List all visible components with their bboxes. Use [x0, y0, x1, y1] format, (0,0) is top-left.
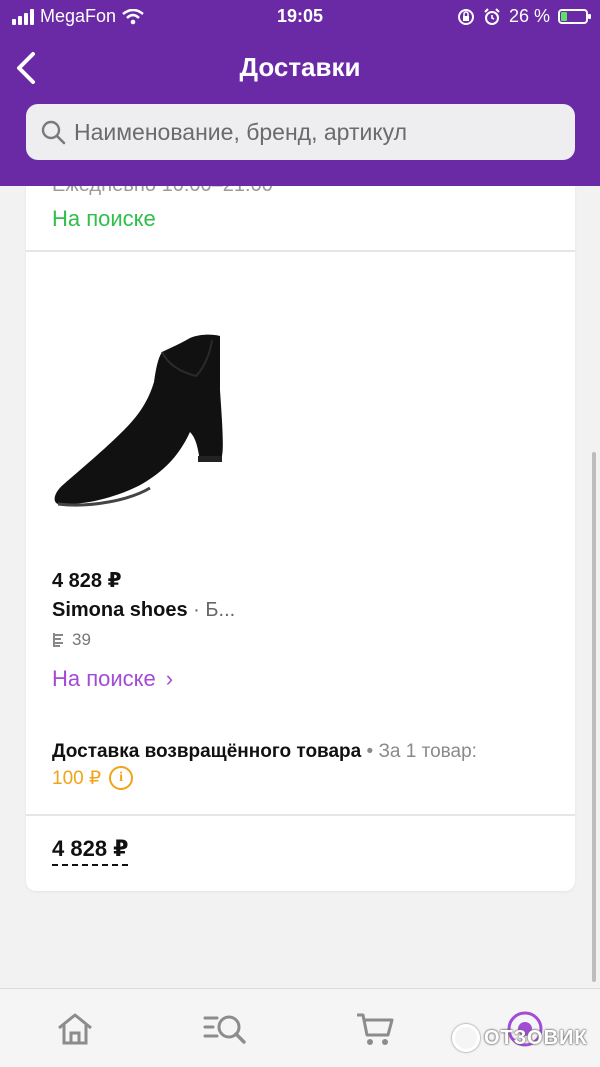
delivery-card: Ежедневно 10:00–21:00 На поиске 4 828 ₽ …: [26, 150, 575, 891]
product-search-status-link[interactable]: На поиске ›: [52, 666, 173, 692]
battery-icon: [558, 9, 591, 24]
size-value: 39: [72, 630, 91, 649]
product-size: 39: [52, 630, 91, 650]
tab-cart[interactable]: [353, 1007, 397, 1051]
wifi-icon: [122, 8, 144, 24]
bullet-separator: •: [361, 741, 379, 762]
chevron-left-icon: [17, 52, 35, 84]
signal-icon: [12, 8, 34, 25]
watermark-logo-icon: [452, 1024, 480, 1052]
tab-home[interactable]: [53, 1007, 97, 1051]
search-input[interactable]: [74, 118, 544, 146]
per-item-label: За 1 товар:: [378, 741, 477, 762]
app-header: MegaFon 19:05 26 % Доставки Наименование…: [0, 0, 600, 186]
tab-catalog[interactable]: [203, 1007, 247, 1051]
rotation-lock-icon: [457, 8, 474, 25]
watermark-text: ОТЗОВИК: [484, 1026, 588, 1049]
search-icon: [38, 117, 68, 147]
product-image[interactable]: [50, 320, 250, 520]
divider: [26, 250, 575, 252]
product-brand: Simona shoes: [52, 599, 188, 621]
page-title: Доставки: [239, 52, 361, 82]
cart-icon: [357, 1013, 394, 1045]
alarm-icon: [484, 7, 500, 25]
product-title[interactable]: Simona shoes · Б...: [52, 599, 235, 622]
divider: [26, 814, 575, 816]
carrier-name: MegaFon: [40, 6, 117, 26]
info-icon[interactable]: i: [109, 766, 134, 790]
return-fee-value: 100 ₽: [52, 767, 102, 789]
return-delivery-label: Доставка возвращённого товара: [52, 741, 362, 762]
order-status: На поиске: [52, 206, 156, 231]
chevron-right-icon: ›: [165, 666, 174, 691]
catalog-search-icon: [203, 1015, 246, 1044]
order-total[interactable]: 4 828 ₽: [52, 836, 129, 866]
return-fee: 100 ₽ i: [52, 766, 134, 790]
back-button[interactable]: [6, 44, 46, 92]
return-delivery-line: Доставка возвращённого товара • За 1 тов…: [52, 741, 477, 763]
product-status-label: На поиске: [52, 666, 156, 691]
size-ruler-icon: [53, 633, 63, 647]
battery-percent: 26 %: [508, 6, 550, 26]
product-price: 4 828 ₽: [52, 570, 122, 592]
scrollbar[interactable]: [592, 452, 596, 982]
watermark: ОТЗОВИК: [452, 1024, 588, 1052]
search-bar[interactable]: [26, 104, 575, 160]
home-icon: [58, 1013, 92, 1045]
status-bar: MegaFon 19:05 26 %: [0, 0, 600, 34]
product-name: · Б...: [187, 599, 236, 621]
